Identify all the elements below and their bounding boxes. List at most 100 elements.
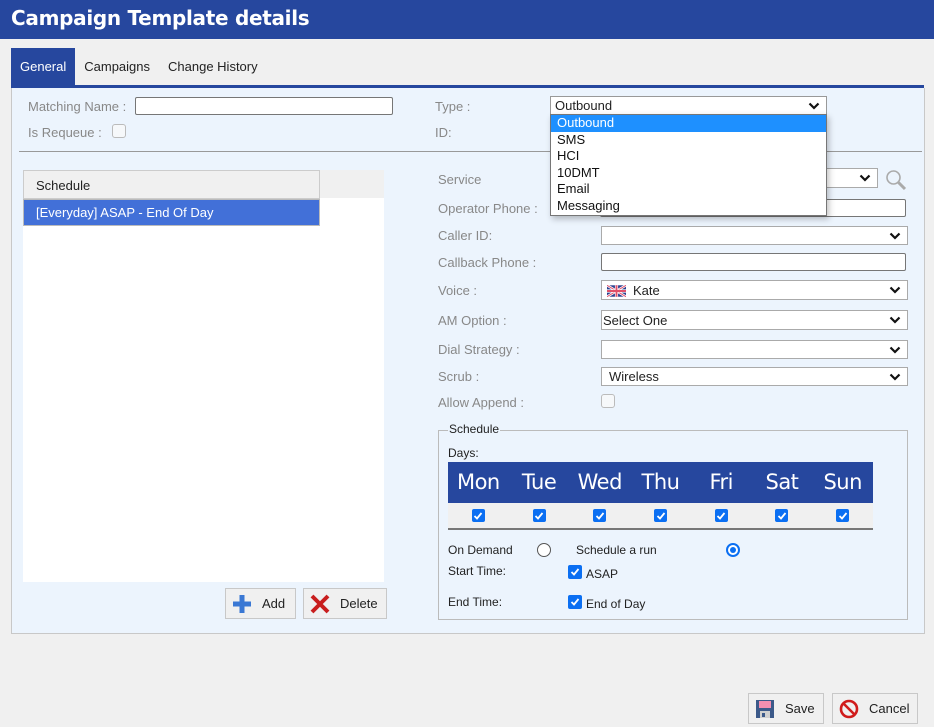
voice-label: Voice :: [438, 283, 478, 298]
start-asap-label: ASAP: [586, 567, 619, 581]
check-icon: [570, 568, 580, 576]
is-requeue-checkbox[interactable]: [112, 124, 126, 138]
check-icon: [777, 511, 787, 520]
chevron-down-icon: [889, 373, 901, 381]
day-checkbox-mon[interactable]: [471, 509, 485, 522]
chevron-down-icon: [808, 102, 820, 110]
matching-name-label: Matching Name :: [28, 99, 127, 114]
save-label: Save: [785, 701, 815, 716]
start-asap-checkbox[interactable]: [568, 565, 582, 579]
check-icon: [534, 511, 544, 520]
callback-phone-label: Callback Phone :: [438, 255, 537, 270]
tab-general[interactable]: General: [11, 48, 76, 86]
day-header-mon: Mon: [456, 470, 500, 494]
check-icon: [838, 511, 847, 520]
search-icon[interactable]: [885, 169, 907, 191]
caller-id-select[interactable]: [601, 226, 908, 245]
am-option-label: AM Option :: [438, 313, 507, 328]
operator-phone-label: Operator Phone :: [438, 201, 538, 216]
schedule-list: Schedule [Everyday] ASAP - End Of Day: [23, 170, 384, 582]
day-header-tue: Tue: [521, 470, 557, 494]
chevron-down-icon: [889, 316, 901, 324]
day-checkbox-sat[interactable]: [775, 509, 789, 522]
days-checkbox-row: [448, 503, 873, 530]
type-option-messaging[interactable]: Messaging: [551, 198, 826, 215]
schedule-run-radio[interactable]: [726, 543, 740, 557]
scrub-select[interactable]: Wireless: [601, 367, 908, 386]
type-label: Type :: [435, 99, 471, 114]
type-dropdown-list: Outbound SMS HCI 10DMT Email Messaging: [550, 114, 827, 216]
days-label: Days:: [448, 446, 479, 460]
type-option-outbound[interactable]: Outbound: [551, 115, 826, 132]
end-of-day-checkbox[interactable]: [568, 595, 582, 609]
tab-change-history[interactable]: Change History: [159, 48, 267, 86]
type-option-10dmt[interactable]: 10DMT: [551, 165, 826, 182]
dial-strategy-select[interactable]: [601, 340, 908, 359]
chevron-down-icon: [859, 174, 871, 182]
save-button[interactable]: Save: [748, 693, 824, 724]
am-option-value: Select One: [603, 313, 668, 328]
days-header-row: Mon Tue Wed Thu Fri Sat Sun: [448, 462, 873, 503]
check-icon: [717, 511, 726, 520]
dial-strategy-label: Dial Strategy :: [438, 342, 520, 357]
delete-label: Delete: [340, 596, 378, 611]
tab-bar: General Campaigns Change History: [11, 48, 267, 86]
end-time-label: End Time:: [448, 595, 503, 609]
days-table: Mon Tue Wed Thu Fri Sat Sun: [448, 462, 873, 530]
service-label: Service: [438, 172, 482, 187]
chevron-down-icon: [889, 232, 901, 240]
add-label: Add: [262, 596, 286, 611]
caller-id-label: Caller ID:: [438, 228, 493, 243]
callback-phone-input[interactable]: [601, 253, 906, 271]
id-label: ID:: [435, 125, 452, 140]
on-demand-radio[interactable]: [537, 543, 551, 557]
tab-campaigns[interactable]: Campaigns: [75, 48, 159, 86]
schedule-fieldset: Schedule Days: Mon Tue Wed Thu Fri Sat S…: [438, 422, 908, 620]
chevron-down-icon: [889, 286, 901, 294]
scrub-value: Wireless: [609, 369, 659, 384]
check-icon: [474, 511, 483, 520]
start-time-label: Start Time:: [448, 564, 507, 578]
check-icon: [595, 511, 604, 520]
voice-select[interactable]: Kate: [601, 280, 908, 300]
matching-name-input[interactable]: [135, 97, 393, 115]
type-option-hci[interactable]: HCI: [551, 148, 826, 165]
day-checkbox-fri[interactable]: [714, 509, 728, 522]
uk-flag-icon: [607, 285, 626, 297]
delete-schedule-button[interactable]: Delete: [303, 588, 387, 619]
day-header-wed: Wed: [577, 470, 623, 494]
add-schedule-button[interactable]: Add: [225, 588, 296, 619]
schedule-row[interactable]: [Everyday] ASAP - End Of Day: [23, 199, 320, 226]
day-header-thu: Thu: [641, 470, 680, 494]
day-checkbox-tue[interactable]: [532, 509, 546, 522]
allow-append-label: Allow Append :: [438, 395, 525, 410]
check-icon: [570, 598, 580, 606]
is-requeue-label: Is Requeue :: [28, 125, 102, 140]
am-option-select[interactable]: Select One: [601, 310, 908, 330]
cancel-icon: [839, 699, 859, 718]
day-header-fri: Fri: [709, 470, 733, 494]
day-header-sun: Sun: [823, 470, 862, 494]
cancel-label: Cancel: [869, 701, 910, 716]
cancel-button[interactable]: Cancel: [832, 693, 918, 724]
voice-value: Kate: [633, 283, 660, 298]
schedule-legend: Schedule: [448, 422, 501, 436]
end-of-day-label: End of Day: [586, 597, 646, 611]
day-checkbox-thu[interactable]: [654, 509, 668, 522]
type-select-value: Outbound: [555, 98, 613, 113]
window-title: Campaign Template details: [0, 0, 934, 39]
type-option-sms[interactable]: SMS: [551, 132, 826, 149]
day-checkbox-wed[interactable]: [593, 509, 607, 522]
scrub-label: Scrub :: [438, 369, 480, 384]
schedule-column-header[interactable]: Schedule: [23, 170, 320, 199]
chevron-down-icon: [889, 346, 901, 354]
allow-append-checkbox[interactable]: [601, 394, 615, 408]
plus-icon: [233, 594, 251, 613]
check-icon: [656, 511, 665, 520]
schedule-run-label: Schedule a run: [576, 543, 657, 557]
day-checkbox-sun[interactable]: [836, 509, 850, 522]
on-demand-label: On Demand: [448, 543, 513, 557]
type-option-email[interactable]: Email: [551, 181, 826, 198]
delete-x-icon: [310, 594, 330, 613]
type-select[interactable]: Outbound: [550, 96, 827, 115]
